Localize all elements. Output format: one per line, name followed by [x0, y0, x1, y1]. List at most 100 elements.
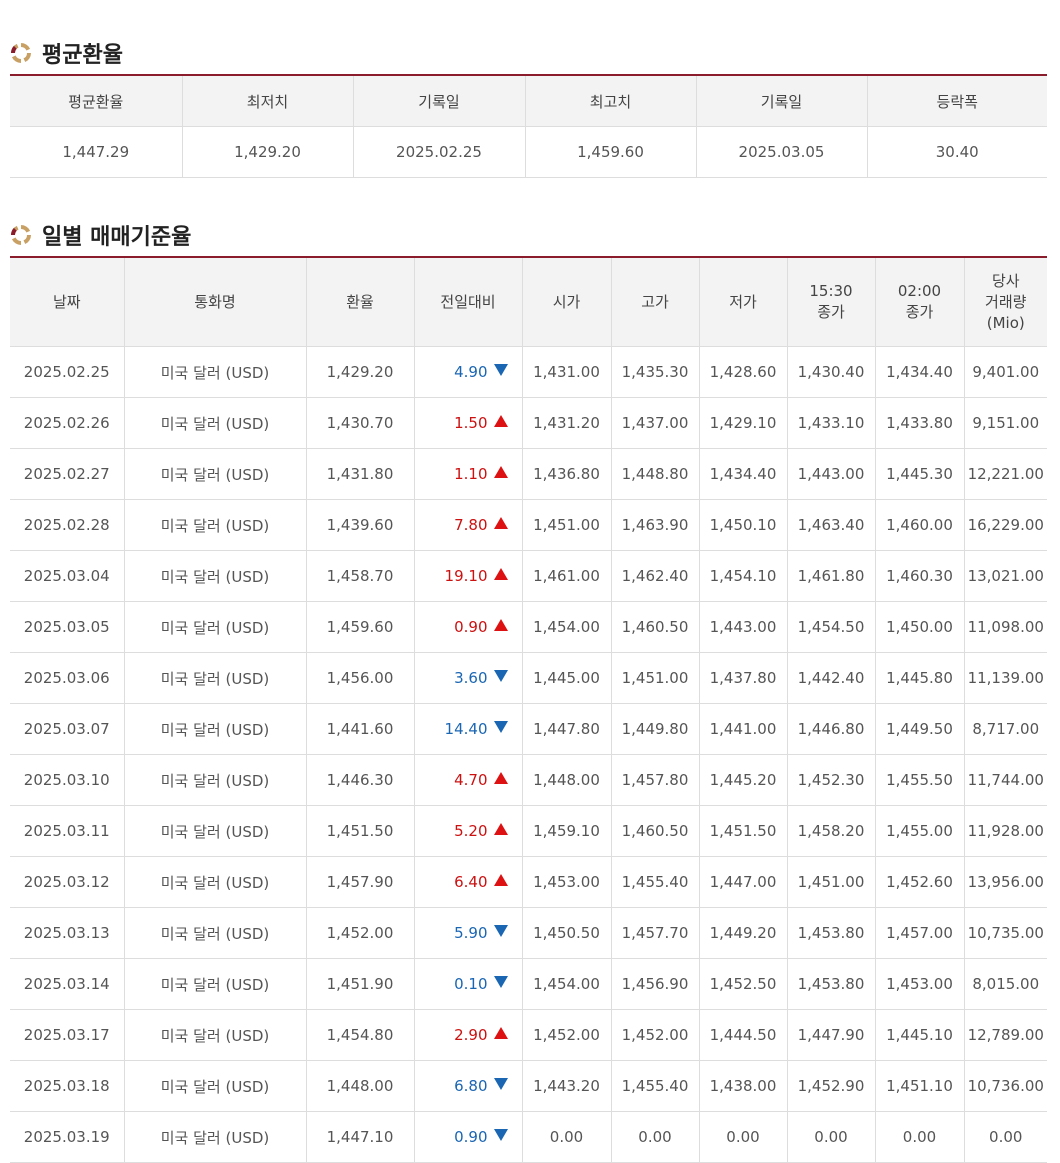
change-cell: 6.40 — [414, 856, 523, 908]
close0200-cell: 1,452.60 — [875, 856, 965, 908]
table-row: 2025.02.27 미국 달러 (USD) 1,431.80 1.10 1,436.8… — [10, 448, 1047, 500]
high-cell: 1,451.00 — [611, 652, 700, 704]
column-header-line: 15:30 — [809, 282, 853, 300]
rate-cell: 1,457.90 — [306, 856, 415, 908]
rate-cell: 1,456.00 — [306, 652, 415, 704]
close0200-cell: 1,460.00 — [875, 499, 965, 551]
open-cell: 1,454.00 — [522, 958, 612, 1010]
change-value: 0.90 — [454, 1128, 488, 1146]
close1530-cell: 1,447.90 — [787, 1009, 876, 1061]
column-header: 최고치 — [525, 75, 697, 127]
high-cell: 1,452.00 — [611, 1009, 700, 1061]
table-cell: 1,429.20 — [182, 126, 354, 178]
change-cell: 0.90 — [414, 1111, 523, 1163]
column-header: 등락폭 — [867, 75, 1047, 127]
open-cell: 1,459.10 — [522, 805, 612, 857]
change-cell: 7.80 — [414, 499, 523, 551]
table-row: 2025.03.10 미국 달러 (USD) 1,446.30 4.70 1,448.0… — [10, 754, 1047, 806]
change-cell: 19.10 — [414, 550, 523, 602]
currency-cell: 미국 달러 (USD) — [124, 754, 307, 806]
change-cell: 1.10 — [414, 448, 523, 500]
low-cell: 1,449.20 — [699, 907, 788, 959]
column-header: 기록일 — [353, 75, 526, 127]
currency-cell: 미국 달러 (USD) — [124, 601, 307, 653]
low-cell: 1,429.10 — [699, 397, 788, 449]
open-cell: 1,436.80 — [522, 448, 612, 500]
change-value: 7.80 — [454, 516, 488, 534]
high-cell: 1,456.90 — [611, 958, 700, 1010]
column-header: 최저치 — [182, 75, 354, 127]
currency-cell: 미국 달러 (USD) — [124, 856, 307, 908]
column-header-line: 고가 — [641, 292, 669, 311]
low-cell: 1,450.10 — [699, 499, 788, 551]
change-value: 19.10 — [444, 567, 488, 585]
change-value: 0.10 — [454, 975, 488, 993]
column-header-line: 시가 — [552, 292, 581, 311]
column-header-line: (Mio) — [986, 313, 1025, 332]
low-cell: 1,445.20 — [699, 754, 788, 806]
table-cell: 30.40 — [867, 126, 1047, 178]
change-cell: 6.80 — [414, 1060, 523, 1112]
rate-cell: 1,459.60 — [306, 601, 415, 653]
triangle-up-icon — [493, 772, 508, 784]
date-cell: 2025.02.28 — [10, 499, 125, 551]
date-cell: 2025.03.04 — [10, 550, 125, 602]
volume-cell: 11,098.00 — [964, 601, 1047, 653]
column-header: 기록일 — [696, 75, 868, 127]
rate-cell: 1,431.80 — [306, 448, 415, 500]
close0200-cell: 1,445.30 — [875, 448, 965, 500]
change-cell: 0.10 — [414, 958, 523, 1010]
triangle-up-icon — [493, 568, 508, 580]
column-header: 날짜 — [10, 257, 125, 347]
table-row: 2025.03.04 미국 달러 (USD) 1,458.70 19.10 1,461.… — [10, 550, 1047, 602]
currency-cell: 미국 달러 (USD) — [124, 652, 307, 704]
change-cell: 14.40 — [414, 703, 523, 755]
change-value: 4.70 — [454, 771, 488, 789]
table-row: 2025.03.07 미국 달러 (USD) 1,441.60 14.40 1,447.… — [10, 703, 1047, 755]
close1530-cell: 1,454.50 — [787, 601, 876, 653]
open-cell: 0.00 — [522, 1111, 612, 1163]
date-cell: 2025.03.06 — [10, 652, 125, 704]
volume-cell: 10,735.00 — [964, 907, 1047, 959]
volume-cell: 10,736.00 — [964, 1060, 1047, 1112]
change-value: 3.60 — [454, 669, 488, 687]
date-cell: 2025.03.10 — [10, 754, 125, 806]
date-cell: 2025.03.12 — [10, 856, 125, 908]
change-value: 5.20 — [454, 822, 488, 840]
volume-cell: 0.00 — [964, 1111, 1047, 1163]
column-header: 02:00 종가 — [875, 257, 965, 347]
change-cell: 5.20 — [414, 805, 523, 857]
low-cell: 1,434.40 — [699, 448, 788, 500]
high-cell: 1,448.80 — [611, 448, 700, 500]
open-cell: 1,452.00 — [522, 1009, 612, 1061]
currency-cell: 미국 달러 (USD) — [124, 1060, 307, 1112]
table-row: 2025.02.26 미국 달러 (USD) 1,430.70 1.50 1,431.2… — [10, 397, 1047, 449]
high-cell: 1,455.40 — [611, 1060, 700, 1112]
close1530-cell: 1,433.10 — [787, 397, 876, 449]
currency-cell: 미국 달러 (USD) — [124, 397, 307, 449]
open-cell: 1,450.50 — [522, 907, 612, 959]
close0200-cell: 1,445.10 — [875, 1009, 965, 1061]
date-cell: 2025.03.07 — [10, 703, 125, 755]
currency-cell: 미국 달러 (USD) — [124, 448, 307, 500]
table-row: 2025.03.17 미국 달러 (USD) 1,454.80 2.90 1,452.0… — [10, 1009, 1047, 1061]
close0200-cell: 1,453.00 — [875, 958, 965, 1010]
open-cell: 1,454.00 — [522, 601, 612, 653]
table-row: 2025.03.06 미국 달러 (USD) 1,456.00 3.60 1,445.0… — [10, 652, 1047, 704]
column-header: 통화명 — [124, 257, 307, 347]
column-header-line: 환율 — [346, 292, 374, 311]
triangle-up-icon — [493, 874, 508, 886]
date-cell: 2025.03.13 — [10, 907, 125, 959]
close1530-cell: 1,452.30 — [787, 754, 876, 806]
average-rate-table: 평균환율 최저치 기록일 최고치 기록일 등락폭 1,447.29 1,429.20 2025… — [10, 74, 1047, 178]
open-cell: 1,453.00 — [522, 856, 612, 908]
close0200-cell: 1,434.40 — [875, 346, 965, 398]
close0200-cell: 1,433.80 — [875, 397, 965, 449]
currency-cell: 미국 달러 (USD) — [124, 1111, 307, 1163]
close0200-cell: 1,450.00 — [875, 601, 965, 653]
triangle-up-icon — [493, 1027, 508, 1039]
ring-bullet-icon — [11, 43, 31, 63]
column-header-line: 종가 — [905, 303, 934, 321]
column-header-line: 저가 — [729, 292, 757, 311]
change-cell: 3.60 — [414, 652, 523, 704]
